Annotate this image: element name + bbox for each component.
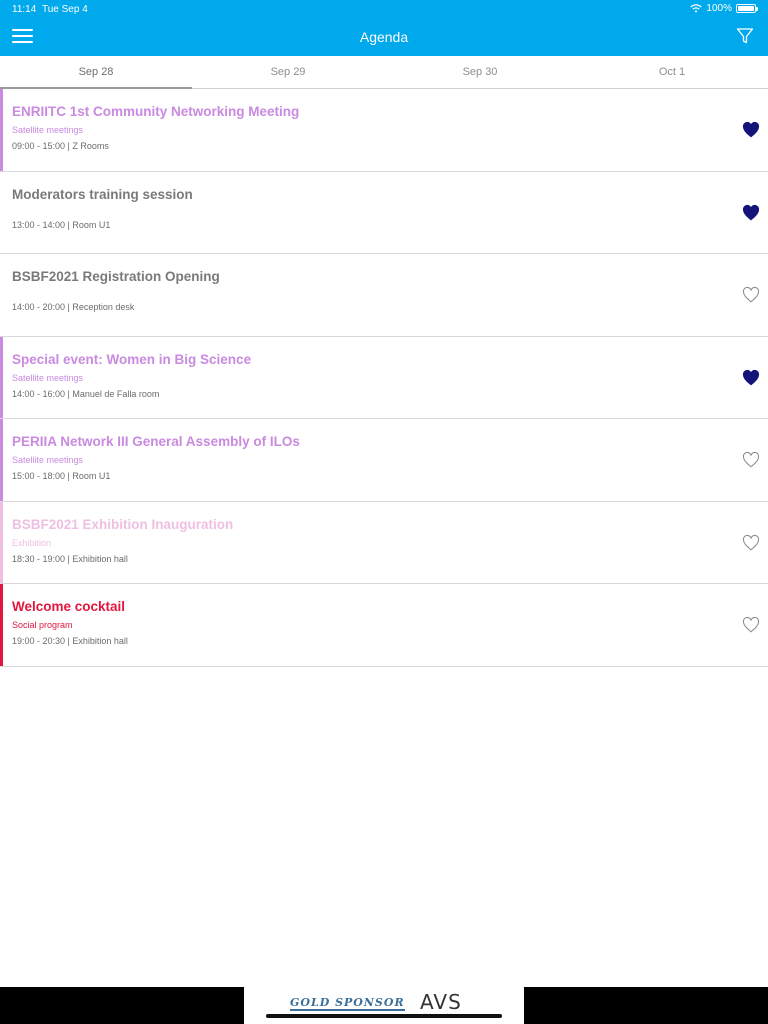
home-indicator bbox=[266, 1014, 502, 1018]
category-bar bbox=[0, 172, 3, 254]
list-item[interactable]: PERIIA Network III General Assembly of I… bbox=[0, 419, 768, 502]
heart-icon[interactable] bbox=[742, 369, 760, 387]
event-time: 09:00 - 15:00 | Z Rooms bbox=[12, 141, 109, 151]
heart-icon[interactable] bbox=[742, 204, 760, 222]
event-category: Exhibition bbox=[12, 537, 52, 548]
list-item[interactable]: BSBF2021 Registration Opening 14:00 - 20… bbox=[0, 254, 768, 337]
status-right: 100% bbox=[690, 3, 758, 14]
category-bar bbox=[0, 501, 3, 583]
event-category: Satellite meetings bbox=[12, 372, 84, 383]
heart-icon[interactable] bbox=[742, 616, 760, 634]
page-title: Agenda bbox=[359, 29, 409, 45]
event-title: Moderators training session bbox=[12, 186, 193, 202]
filter-icon[interactable] bbox=[736, 27, 754, 45]
date-tabs: Sep 28 Sep 29 Sep 30 Oct 1 bbox=[0, 56, 768, 89]
heart-icon[interactable] bbox=[742, 121, 760, 139]
event-time: 14:00 - 20:00 | Reception desk bbox=[12, 302, 135, 312]
list-item[interactable]: Welcome cocktail Social program 19:00 - … bbox=[0, 584, 768, 667]
event-title: BSBF2021 Registration Opening bbox=[12, 269, 220, 284]
agenda-list: ENRIITC 1st Community Networking Meeting… bbox=[0, 89, 768, 667]
heart-icon[interactable] bbox=[742, 451, 760, 469]
event-category: Satellite meetings bbox=[12, 455, 84, 465]
event-title: Welcome cocktail bbox=[12, 599, 126, 614]
event-title: ENRIITC 1st Community Networking Meeting bbox=[12, 104, 300, 119]
sponsor-banner[interactable]: GOLD SPONSOR AVS added value solutions bbox=[244, 987, 524, 1024]
battery-percent: 100% bbox=[706, 3, 732, 14]
event-time: 19:00 - 20:30 | Exhibition hall bbox=[12, 636, 128, 646]
tab-sep-30[interactable]: Sep 30 bbox=[384, 56, 576, 88]
heart-icon[interactable] bbox=[742, 534, 760, 552]
status-time: 11:14 bbox=[12, 4, 37, 15]
status-bar: 11:14 Tue Sep 4 100% bbox=[0, 0, 768, 18]
status-date: Tue Sep 4 bbox=[42, 4, 88, 15]
event-time: 15:00 - 18:00 | Room U1 bbox=[12, 471, 111, 481]
tab-oct-1[interactable]: Oct 1 bbox=[576, 56, 768, 88]
event-category: Social program bbox=[12, 620, 73, 630]
tab-sep-28[interactable]: Sep 28 bbox=[0, 56, 192, 89]
event-time: 14:00 - 16:00 | Manuel de Falla room bbox=[12, 388, 160, 399]
tab-sep-29[interactable]: Sep 29 bbox=[192, 56, 384, 88]
event-title: BSBF2021 Exhibition Inauguration bbox=[12, 516, 234, 532]
sponsor-logo: AVS bbox=[420, 990, 462, 1014]
event-title: PERIIA Network III General Assembly of I… bbox=[12, 434, 300, 449]
event-time: 13:00 - 14:00 | Room U1 bbox=[12, 219, 111, 230]
heart-icon[interactable] bbox=[742, 286, 760, 304]
list-item[interactable]: BSBF2021 Exhibition Inauguration Exhibit… bbox=[0, 501, 768, 584]
event-category: Satellite meetings bbox=[12, 125, 84, 135]
list-item[interactable]: ENRIITC 1st Community Networking Meeting… bbox=[0, 89, 768, 172]
wifi-icon bbox=[690, 4, 703, 13]
sponsor-label: GOLD SPONSOR bbox=[290, 996, 405, 1011]
category-bar bbox=[0, 584, 3, 666]
list-item[interactable]: Special event: Women in Big Science Sate… bbox=[0, 336, 768, 419]
category-bar bbox=[0, 254, 3, 336]
list-item[interactable]: Moderators training session 13:00 - 14:0… bbox=[0, 172, 768, 254]
battery-icon bbox=[736, 4, 758, 13]
top-bar: 11:14 Tue Sep 4 100% Agenda bbox=[0, 0, 768, 56]
category-bar bbox=[0, 336, 3, 418]
event-title: Special event: Women in Big Science bbox=[12, 351, 252, 367]
category-bar bbox=[0, 419, 3, 501]
category-bar bbox=[0, 89, 3, 171]
event-time: 18:30 - 19:00 | Exhibition hall bbox=[12, 553, 128, 564]
